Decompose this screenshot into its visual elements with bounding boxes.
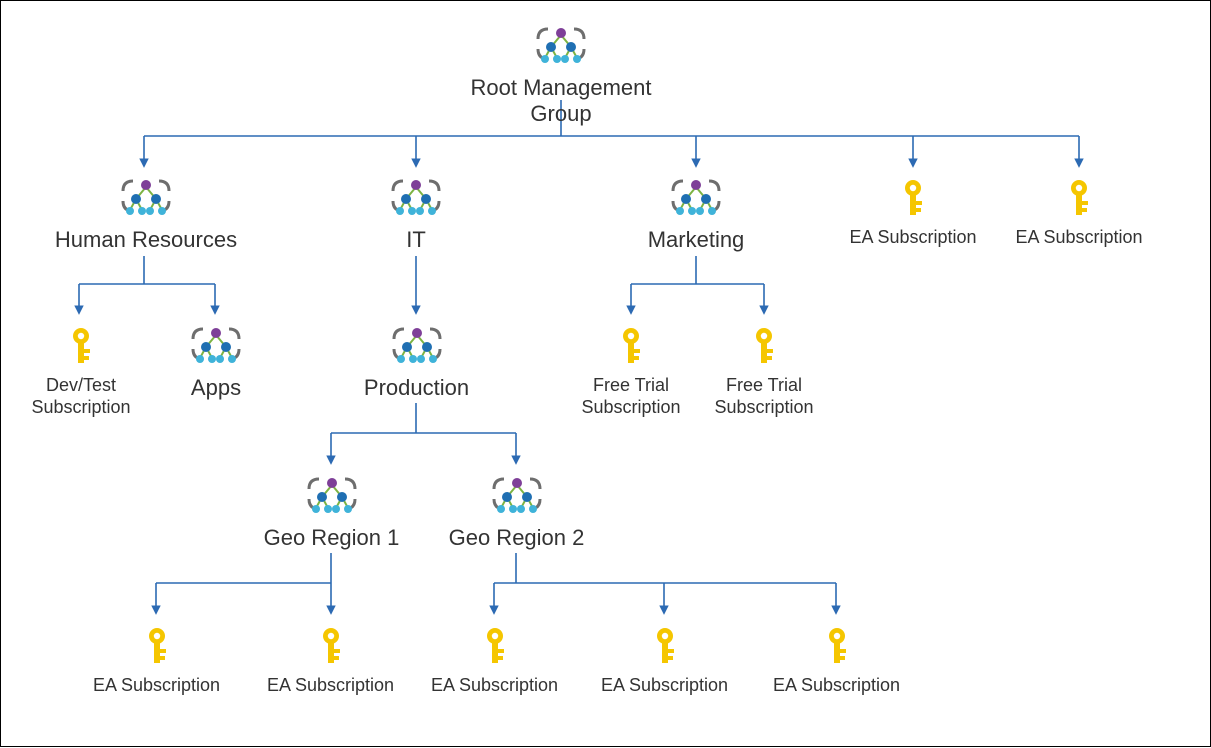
label-free-1: Free Trial Subscription xyxy=(576,375,686,418)
label-free-2: Free Trial Subscription xyxy=(709,375,819,418)
key-icon xyxy=(1051,169,1107,225)
label-geo2-ea1: EA Subscription xyxy=(431,675,558,697)
management-group-icon xyxy=(533,17,589,73)
management-group-icon xyxy=(389,317,445,373)
label-ea-top-2: EA Subscription xyxy=(1015,227,1142,249)
label-geo1: Geo Region 1 xyxy=(264,525,400,551)
management-group-icon xyxy=(489,467,545,523)
node-devtest: Dev/Test Subscription xyxy=(21,317,141,418)
diagram: Root Management Group Human Resources IT… xyxy=(0,0,1211,747)
label-production: Production xyxy=(364,375,469,401)
label-apps: Apps xyxy=(191,375,241,401)
key-icon xyxy=(53,317,109,373)
node-geo1-ea1: EA Subscription xyxy=(89,617,224,697)
key-icon xyxy=(303,617,359,673)
node-geo2-ea2: EA Subscription xyxy=(597,617,732,697)
label-geo2: Geo Region 2 xyxy=(449,525,585,551)
label-marketing: Marketing xyxy=(648,227,745,253)
node-production: Production xyxy=(349,317,484,401)
key-icon xyxy=(467,617,523,673)
node-free-2: Free Trial Subscription xyxy=(709,317,819,418)
label-hr: Human Resources xyxy=(55,227,237,253)
key-icon xyxy=(637,617,693,673)
key-icon xyxy=(885,169,941,225)
management-group-icon xyxy=(668,169,724,225)
node-apps: Apps xyxy=(161,317,271,401)
node-geo2-ea1: EA Subscription xyxy=(427,617,562,697)
label-geo1-ea2: EA Subscription xyxy=(267,675,394,697)
label-root: Root Management Group xyxy=(441,75,681,128)
node-ea-top-2: EA Subscription xyxy=(1009,169,1149,249)
management-group-icon xyxy=(188,317,244,373)
node-hr: Human Resources xyxy=(51,169,241,253)
node-it: IT xyxy=(366,169,466,253)
management-group-icon xyxy=(388,169,444,225)
node-root: Root Management Group xyxy=(441,17,681,128)
node-geo2: Geo Region 2 xyxy=(444,467,589,551)
node-geo1: Geo Region 1 xyxy=(259,467,404,551)
label-ea-top-1: EA Subscription xyxy=(849,227,976,249)
management-group-icon xyxy=(304,467,360,523)
node-geo2-ea3: EA Subscription xyxy=(769,617,904,697)
node-ea-top-1: EA Subscription xyxy=(843,169,983,249)
key-icon xyxy=(129,617,185,673)
label-geo1-ea1: EA Subscription xyxy=(93,675,220,697)
label-it: IT xyxy=(406,227,426,253)
label-devtest: Dev/Test Subscription xyxy=(21,375,141,418)
label-geo2-ea2: EA Subscription xyxy=(601,675,728,697)
key-icon xyxy=(736,317,792,373)
key-icon xyxy=(809,617,865,673)
node-marketing: Marketing xyxy=(626,169,766,253)
node-free-1: Free Trial Subscription xyxy=(576,317,686,418)
management-group-icon xyxy=(118,169,174,225)
label-geo2-ea3: EA Subscription xyxy=(773,675,900,697)
node-geo1-ea2: EA Subscription xyxy=(263,617,398,697)
key-icon xyxy=(603,317,659,373)
